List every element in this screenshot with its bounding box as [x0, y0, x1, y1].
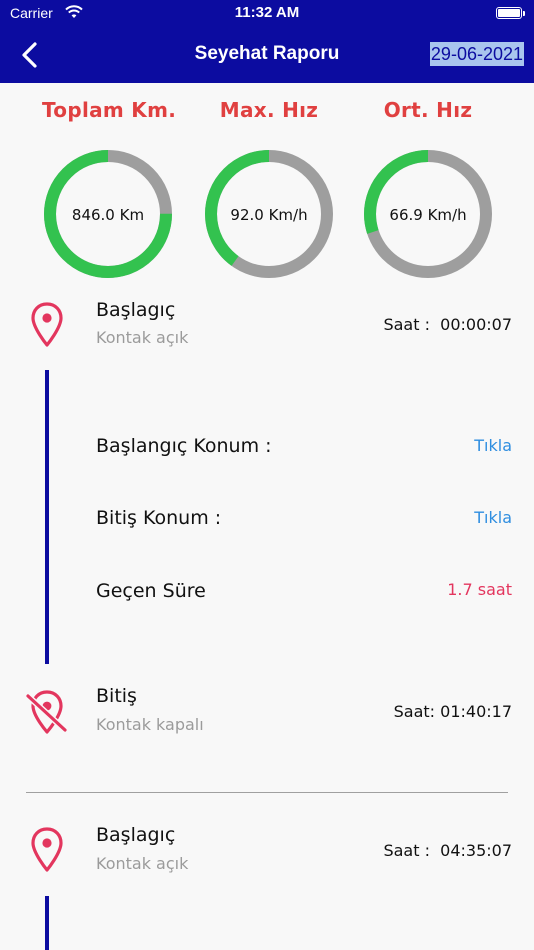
gauge-value: 92.0 Km/h [230, 206, 308, 224]
battery-icon [496, 7, 525, 19]
trip-start-subtitle: Kontak açık [96, 854, 189, 873]
elapsed-time-value: 1.7 saat [447, 580, 512, 599]
location-pin-icon [31, 302, 63, 347]
date-selector[interactable]: 29-06-2021 [429, 42, 524, 66]
gauge-value: 66.9 Km/h [389, 206, 467, 224]
status-time: 11:32 AM [234, 4, 300, 21]
trip-end-subtitle: Kontak kapalı [96, 715, 204, 734]
trip-start-time: Saat : 00:00:07 [383, 315, 512, 334]
gauge-label: Max. Hız [219, 98, 319, 122]
trip-start-title: Başlagıç [96, 824, 176, 846]
trip-end-title: Bitiş [96, 685, 137, 707]
trip-end-time: Saat: 01:40:17 [393, 702, 512, 721]
trip-start-title: Başlagıç [96, 299, 176, 321]
timeline-line [45, 896, 49, 950]
end-location-label: Bitiş Konum : [96, 507, 222, 529]
navigation-bar: Seyehat Raporu 29-06-2021 [0, 28, 534, 83]
gauge-total-km: Toplam Km. 846.0 Km [42, 98, 177, 288]
status-bar: Carrier 11:32 AM [0, 0, 534, 28]
gauge-label: Toplam Km. [42, 98, 177, 122]
trip-divider [26, 792, 508, 793]
gauge-max-speed: Max. Hız 92.0 Km/h [203, 98, 335, 288]
start-location-link[interactable]: Tıkla [474, 436, 512, 455]
location-pin-icon [31, 827, 63, 872]
elapsed-time-label: Geçen Süre [96, 580, 206, 602]
end-location-link[interactable]: Tıkla [474, 508, 512, 527]
gauge-label: Ort. Hız [383, 98, 473, 122]
trip-start-time: Saat : 04:35:07 [383, 841, 512, 860]
gauge-avg-speed: Ort. Hız 66.9 Km/h [362, 98, 494, 288]
start-location-label: Başlangıç Konum : [96, 435, 272, 457]
trip-start-subtitle: Kontak açık [96, 328, 189, 347]
gauge-value: 846.0 Km [71, 206, 145, 224]
timeline-line [45, 370, 49, 664]
location-off-icon [25, 690, 68, 734]
